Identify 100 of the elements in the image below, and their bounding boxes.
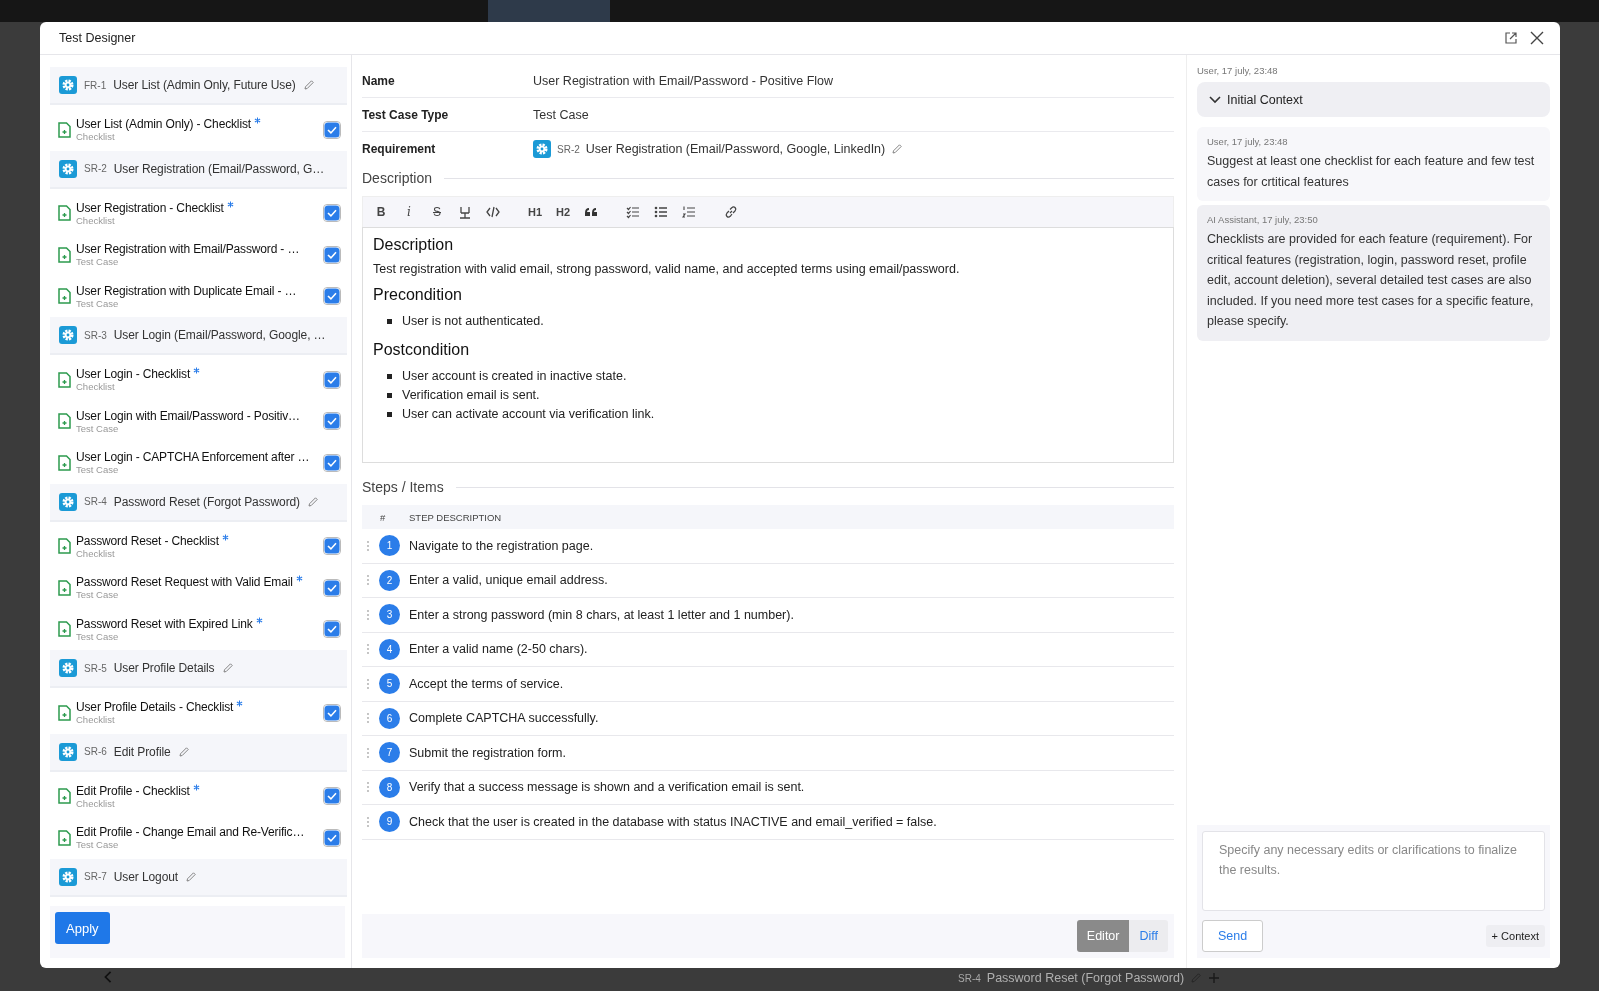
step-number: 3 (379, 604, 400, 626)
column-header: STEP DESCRIPTION (409, 511, 502, 523)
message-meta: User, 17 july, 23:48 (1207, 136, 1289, 147)
content-heading: Precondition (373, 286, 463, 304)
requirement-title: Edit Profile (113, 744, 171, 759)
strikethrough-button[interactable]: S (425, 201, 449, 223)
list-item: User account is created in inactive state. (402, 368, 627, 385)
test-type: Checklist (76, 714, 115, 726)
test-title: User Registration with Email/Password - … (76, 242, 300, 257)
test-row[interactable]: User Login with Email/Password - Positiv… Test Case (50, 400, 347, 442)
requirement-row[interactable]: SR-4 Password Reset (Forgot Password) (50, 483, 347, 522)
test-row[interactable]: User Login - CAPTCHA Enforcement after … Test Case (50, 442, 347, 484)
test-title: User Login - CAPTCHA Enforcement after … (76, 450, 310, 465)
test-type: Checklist (76, 797, 115, 809)
list-item: Verification email is sent. (402, 387, 540, 404)
step-text: Complete CAPTCHA successfully. (409, 711, 599, 726)
test-title: Edit Profile - Checklist (76, 783, 190, 798)
test-row[interactable]: User Registration - Checklist Checklist (50, 192, 347, 234)
test-row[interactable]: User Profile Details - Checklist Checklist (50, 692, 347, 734)
test-title: User Login - Checklist (76, 367, 191, 382)
bold-button[interactable]: B (369, 201, 393, 223)
requirement-title[interactable]: Password Reset (Forgot Password) (986, 971, 1185, 985)
field-label: Requirement (362, 142, 437, 156)
test-title: User Login with Email/Password - Positiv… (76, 408, 300, 423)
heading-button[interactable]: H2 (551, 201, 575, 223)
step-number: 6 (379, 707, 400, 729)
requirement-code: SR-4 (958, 972, 981, 984)
requirement-title[interactable]: User Registration (Email/Password, Google, LinkedIn) (585, 142, 886, 156)
test-type: Test Case (76, 589, 119, 601)
step-text: Verify that a success message is shown and a verification email is sent. (409, 780, 805, 795)
test-row[interactable]: User Registration with Duplicate Email - … Test Case (50, 275, 347, 317)
requirement-code: SR-7 (84, 871, 107, 882)
requirement-title: User Profile Details (113, 661, 215, 675)
step-number: 4 (379, 638, 400, 660)
test-title: Password Reset - Checklist (76, 533, 219, 548)
test-type: Checklist (76, 131, 115, 143)
test-title: Password Reset Request with Valid Email (76, 575, 293, 590)
message-meta: AI Assistant, 17 july, 23:50 (1207, 214, 1319, 225)
test-type: Test Case (76, 464, 119, 476)
test-type: Checklist (76, 381, 115, 393)
list-item: User can activate account via verification link. (402, 406, 655, 423)
test-row[interactable]: Edit Profile - Checklist Checklist (50, 775, 347, 817)
test-type: Test Case (76, 630, 119, 642)
test-type: Checklist (76, 214, 115, 226)
test-row[interactable]: Password Reset - Checklist Checklist (50, 525, 347, 567)
test-row[interactable]: User Registration with Email/Password - … Test Case (50, 234, 347, 276)
step-number: 1 (379, 535, 400, 557)
test-row[interactable]: Password Reset Request with Valid Email Test Case (50, 567, 347, 609)
context-toggle[interactable]: Initial Context (1197, 82, 1550, 117)
test-title: Password Reset with Expired Link (76, 616, 253, 631)
section-heading: Description (362, 170, 433, 186)
test-row[interactable]: User List (Admin Only) - Checklist Checklist (50, 109, 347, 151)
test-title: User Profile Details - Checklist (76, 700, 234, 715)
content-heading: Postcondition (373, 341, 471, 359)
content-paragraph: Test registration with valid email, strong password, valid name, and accepted terms using email/password. (373, 262, 961, 276)
requirement-row[interactable]: SR-2 User Registration (Email/Password, G… (50, 150, 347, 189)
test-type: Test Case (76, 839, 119, 851)
requirement-title: User List (Admin Only, Future Use) (113, 78, 296, 92)
test-row[interactable]: User Login - Checklist Checklist (50, 359, 347, 401)
test-type: Test Case (76, 297, 119, 309)
column-header: # (379, 511, 387, 523)
message-input[interactable]: Specify any necessary edits or clarifications to finalize the results. (1202, 831, 1545, 911)
requirement-title: User Logout (113, 869, 179, 884)
step-text: Enter a valid name (2-50 chars). (409, 642, 588, 657)
section-heading: Steps / Items (362, 479, 444, 495)
message-text: Checklists are provided for each feature (requirement). For critical features (registration, login, password reset, profile edit, account deletion), several detailed test cases are also included. If you need more test cases for a specific feature, please specify. (1207, 231, 1535, 330)
step-text: Accept the terms of service. (409, 676, 564, 691)
requirement-row[interactable]: SR-7 User Logout (50, 858, 347, 897)
dialog-title: Test Designer (59, 31, 137, 45)
field-value: User Registration with Email/Password - Positive Flow (533, 73, 834, 88)
apply-button[interactable]: Apply (55, 912, 110, 944)
test-row[interactable]: Edit Profile - Change Email and Re-Verific… Test Case (50, 817, 347, 859)
requirement-title: Password Reset (Forgot Password) (113, 494, 300, 509)
requirement-code: SR-3 (84, 329, 107, 341)
field-label: Test Case Type (362, 107, 450, 122)
step-text: Enter a valid, unique email address. (409, 573, 608, 588)
message-text: Suggest at least one checklist for each feature and few test cases for crtitical features (1207, 153, 1536, 191)
test-type: Test Case (76, 422, 119, 434)
step-number: 8 (379, 776, 400, 798)
test-type: Test Case (76, 256, 119, 268)
step-number: 5 (379, 673, 400, 695)
test-row[interactable]: Password Reset with Expired Link Test Case (50, 608, 347, 650)
add-context-button[interactable]: + Context (1485, 925, 1545, 947)
requirement-row[interactable]: SR-5 User Profile Details (50, 650, 347, 688)
step-number: 7 (379, 742, 400, 764)
view-tab[interactable]: Diff (1129, 920, 1168, 952)
step-number: 9 (379, 811, 400, 833)
heading-button[interactable]: H1 (523, 201, 547, 223)
step-text: Submit the registration form. (409, 745, 566, 760)
requirement-code: SR-6 (84, 746, 107, 757)
requirement-code: SR-2 (84, 163, 107, 174)
send-button[interactable]: Send (1202, 920, 1264, 952)
test-title: User Registration - Checklist (76, 200, 224, 215)
requirement-row[interactable]: FR-1 User List (Admin Only, Future Use) (50, 67, 347, 105)
requirement-row[interactable]: SR-3 User Login (Email/Password, Google, … (50, 317, 347, 355)
test-title: User List (Admin Only) - Checklist (76, 117, 251, 132)
requirement-row[interactable]: SR-6 Edit Profile (50, 733, 347, 772)
italic-button[interactable]: i (397, 201, 421, 223)
field-value: Test Case (533, 107, 589, 122)
requirement-code: SR-5 (84, 662, 107, 674)
